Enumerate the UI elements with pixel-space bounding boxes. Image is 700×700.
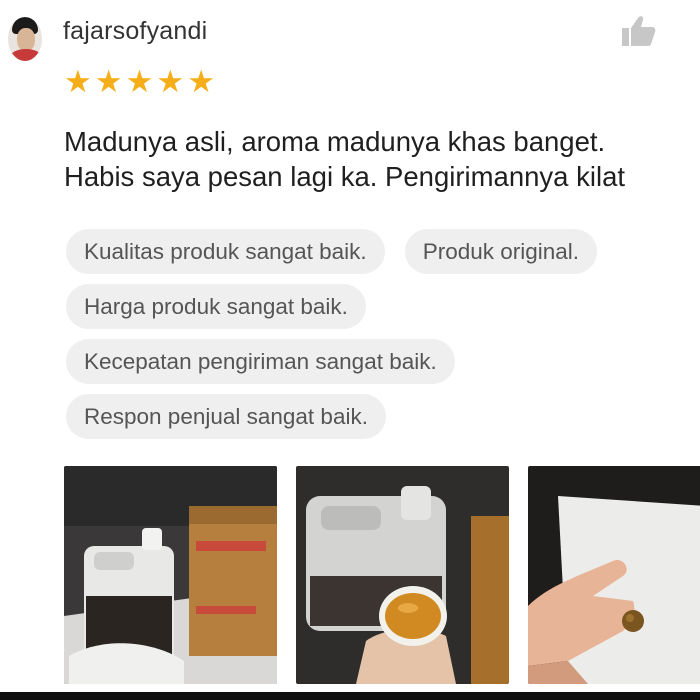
review-tag: Respon penjual sangat baik. [66,394,386,439]
star-icon: ★ [125,64,154,99]
review-tag: Produk original. [404,229,598,274]
star-icon: ★ [187,64,215,99]
thumbs-up-icon[interactable] [620,14,656,48]
review-photo-1[interactable] [64,466,277,684]
review-tag: Kecepatan pengiriman sangat baik. [66,339,455,384]
review-comment: Madunya asli, aroma madunya khas banget.… [64,124,700,194]
star-icon: ★ [156,64,185,99]
bottom-edge [0,692,700,700]
username[interactable]: fajarsofyandi [63,17,207,46]
avatar-face [17,28,35,51]
review-tag: Kualitas produk sangat baik. [66,229,385,274]
review-comment-line: Madunya asli, aroma madunya khas banget. [64,126,606,157]
star-icon: ★ [94,64,123,99]
review-card: fajarsofyandi ★ ★ ★ ★ ★ Madunya asli, ar… [0,0,700,700]
review-tags: Kualitas produk sangat baik. Produk orig… [66,229,700,449]
review-comment-line: Habis saya pesan lagi ka. Pengirimannya … [64,161,625,192]
avatar-shirt [10,49,42,61]
rating-stars: ★ ★ ★ ★ ★ [64,66,215,97]
review-tag: Harga produk sangat baik. [66,284,366,329]
avatar[interactable] [8,17,42,61]
review-photo-3[interactable] [528,466,700,684]
review-photo-2[interactable] [296,466,509,684]
star-icon: ★ [64,64,92,99]
